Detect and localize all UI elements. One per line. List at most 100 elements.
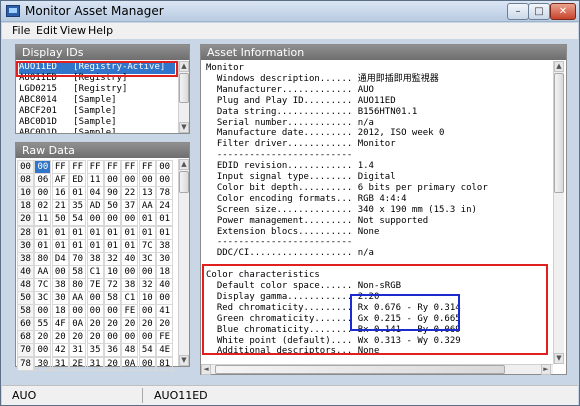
raw-byte-cell[interactable]: 38 [51,277,69,292]
raw-byte-cell[interactable]: AF [51,173,69,188]
raw-byte-cell[interactable]: 18 [156,264,174,279]
raw-byte-cell[interactable]: 00 [156,173,174,188]
raw-byte-cell[interactable]: 00 [51,264,69,279]
raw-byte-cell[interactable]: 11 [34,212,52,227]
raw-byte-cell[interactable]: 58 [104,291,121,305]
raw-byte-cell[interactable]: 80 [34,251,52,266]
raw-byte-cell[interactable]: 01 [121,225,139,240]
raw-byte-cell[interactable]: 90 [104,186,121,201]
raw-byte-cell[interactable]: 72 [104,277,121,292]
raw-byte-cell[interactable]: 40 [121,251,139,266]
scroll-right-arrow[interactable]: ► [541,364,551,375]
raw-byte-cell[interactable]: 81 [156,356,174,371]
raw-byte-cell[interactable]: 22 [121,186,139,201]
raw-byte-cell[interactable]: 20 [104,317,121,332]
raw-byte-cell[interactable]: FF [86,160,104,174]
raw-byte-cell[interactable]: 35 [86,343,104,358]
raw-byte-cell[interactable]: 00 [86,291,104,305]
raw-byte-cell[interactable]: 4E [156,343,174,358]
raw-byte-cell[interactable]: 00 [138,304,156,319]
raw-byte-cell[interactable]: 00 [138,173,156,188]
raw-byte-cell[interactable]: 20 [104,356,121,371]
raw-byte-cell[interactable]: 7E [86,277,104,292]
raw-byte-cell[interactable]: 16 [51,186,69,201]
raw-byte-cell[interactable]: 00 [34,343,52,358]
raw-byte-cell[interactable]: 3C [34,291,52,305]
raw-byte-cell[interactable]: 00 [138,330,156,345]
raw-byte-cell[interactable]: 01 [104,238,121,253]
raw-byte-cell[interactable]: 01 [86,238,104,253]
raw-byte-cell[interactable]: AA [34,264,52,279]
raw-byte-cell[interactable]: 00 [34,186,52,201]
raw-byte-cell[interactable]: 37 [121,199,139,214]
scroll-down-arrow[interactable]: ▼ [554,353,564,364]
asset-info-hscrollbar[interactable]: ◄ ► [201,364,553,375]
raw-byte-cell[interactable]: 00 [34,160,52,174]
raw-byte-cell[interactable]: ED [69,173,87,188]
raw-byte-cell[interactable]: 2E [69,356,87,371]
display-id-item[interactable]: ABCF201 [Sample] [19,106,184,117]
raw-byte-cell[interactable]: 31 [51,356,69,371]
raw-byte-cell[interactable]: 7C [34,277,52,292]
raw-byte-cell[interactable]: 55 [34,317,52,332]
raw-byte-cell[interactable]: 50 [104,199,121,214]
raw-byte-cell[interactable]: FF [138,160,156,174]
raw-byte-cell[interactable]: 18 [51,304,69,319]
raw-byte-cell[interactable]: 20 [51,330,69,345]
raw-byte-cell[interactable]: 41 [156,304,174,319]
raw-byte-cell[interactable]: 38 [156,238,174,253]
raw-byte-cell[interactable]: 38 [86,251,104,266]
raw-byte-cell[interactable]: 10 [104,264,121,279]
raw-byte-cell[interactable]: 01 [69,238,87,253]
raw-byte-cell[interactable]: 40 [156,277,174,292]
menu-file[interactable]: File [12,24,30,37]
raw-byte-cell[interactable]: 54 [138,343,156,358]
raw-byte-cell[interactable]: 00 [138,264,156,279]
raw-byte-cell[interactable]: 7C [138,238,156,253]
raw-byte-cell[interactable]: 00 [34,304,52,319]
raw-byte-cell[interactable]: 35 [69,199,87,214]
raw-byte-cell[interactable]: FF [69,160,87,174]
raw-byte-cell[interactable]: FF [51,160,69,174]
raw-byte-cell[interactable]: 4F [51,317,69,332]
raw-byte-cell[interactable]: 20 [86,317,104,332]
raw-byte-cell[interactable]: 3C [138,251,156,266]
raw-byte-cell[interactable]: 0A [69,317,87,332]
scroll-down-arrow[interactable]: ▼ [179,122,189,133]
raw-byte-cell[interactable]: 20 [69,330,87,345]
raw-byte-cell[interactable]: 01 [138,225,156,240]
minimize-button[interactable]: – [507,3,529,20]
raw-byte-cell[interactable]: 21 [51,199,69,214]
raw-byte-cell[interactable]: 54 [69,212,87,227]
scroll-down-arrow[interactable]: ▼ [179,355,189,366]
raw-byte-cell[interactable]: 01 [69,225,87,240]
raw-byte-cell[interactable]: 20 [156,317,174,332]
raw-byte-cell[interactable]: 02 [34,199,52,214]
scroll-up-arrow[interactable]: ▲ [554,61,564,72]
title-bar[interactable]: Monitor Asset Manager – □ ✕ [1,1,579,22]
raw-byte-cell[interactable]: 31 [69,343,87,358]
scroll-left-arrow[interactable]: ◄ [201,364,211,375]
raw-byte-cell[interactable]: 80 [69,277,87,292]
close-button[interactable]: ✕ [550,3,576,20]
raw-byte-cell[interactable]: 00 [104,304,121,319]
raw-byte-cell[interactable]: 48 [121,343,139,358]
raw-byte-cell[interactable]: 00 [156,160,174,174]
display-id-item[interactable]: ABC0D1D [Sample] [19,117,184,128]
raw-byte-cell[interactable]: 36 [104,343,121,358]
raw-byte-cell[interactable]: 58 [69,264,87,279]
raw-byte-cell[interactable]: FE [156,330,174,345]
raw-data-scrollbar[interactable]: ▲ ▼ [178,159,189,366]
raw-byte-cell[interactable]: 00 [121,264,139,279]
raw-byte-cell[interactable]: 78 [156,186,174,201]
raw-byte-cell[interactable]: FF [121,160,139,174]
display-ids-scrollbar[interactable]: ▲ ▼ [178,61,189,133]
raw-byte-cell[interactable]: 00 [138,356,156,371]
raw-byte-cell[interactable]: 00 [121,212,139,227]
raw-byte-cell[interactable]: 31 [86,356,104,371]
raw-byte-cell[interactable]: 70 [69,251,87,266]
raw-byte-cell[interactable]: 01 [34,225,52,240]
raw-byte-cell[interactable]: 00 [104,330,121,345]
raw-byte-cell[interactable]: 50 [51,212,69,227]
raw-byte-cell[interactable]: AA [138,199,156,214]
